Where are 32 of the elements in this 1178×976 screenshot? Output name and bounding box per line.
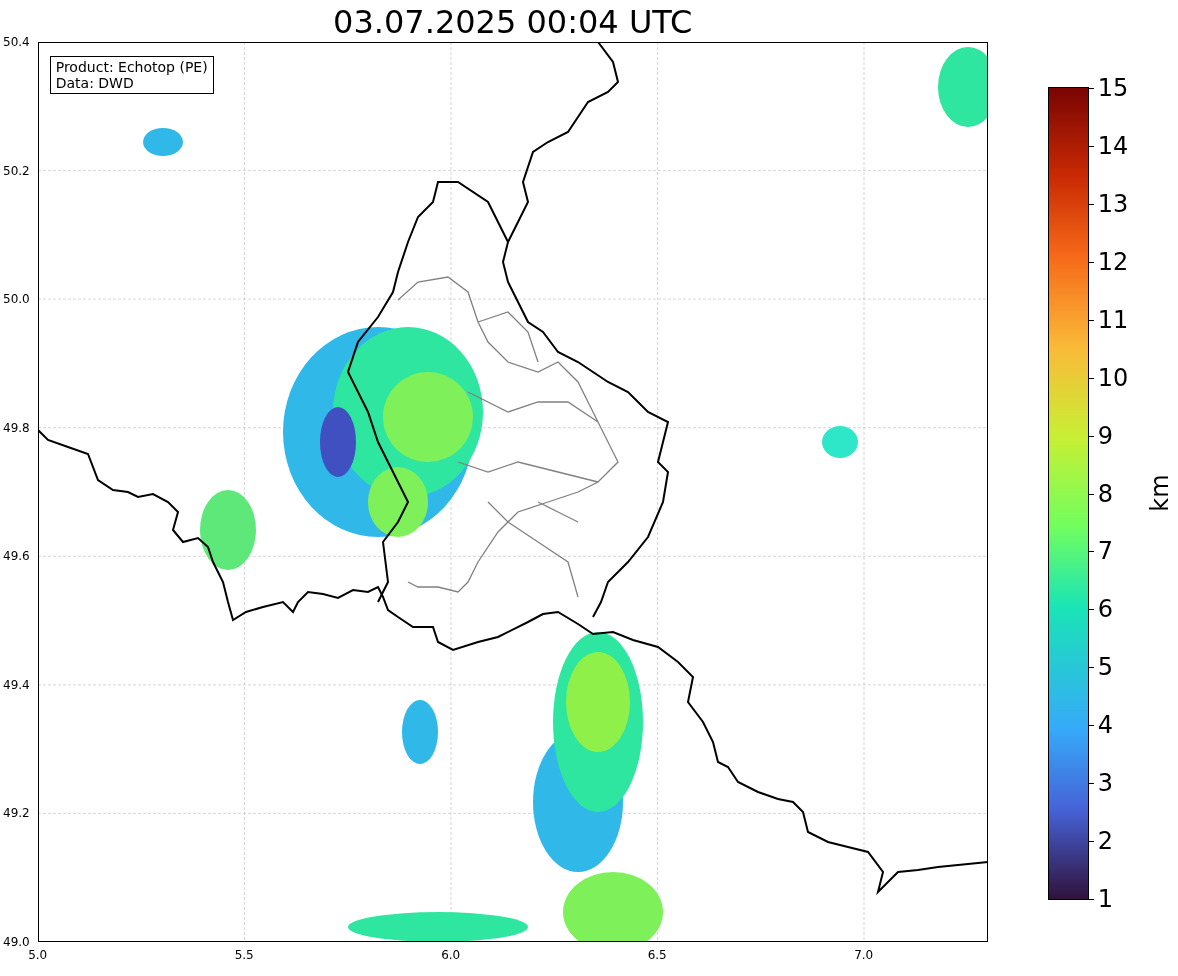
colorbar-tick-label: 8 (1097, 480, 1113, 507)
colorbar-tick-label: 14 (1097, 132, 1129, 159)
chart-title: 03.07.2025 00:04 UTC (333, 2, 693, 42)
colorbar-label: km (1145, 474, 1174, 512)
colorbar-tick-label: 12 (1097, 248, 1129, 275)
axis-tick-label: 5.5 (234, 948, 254, 962)
colorbar-tick-label: 7 (1097, 538, 1113, 565)
axis-tick-label: 50.2 (3, 163, 30, 178)
axis-tick-label: 49.8 (3, 420, 30, 435)
axis-tick-label: 49.2 (3, 806, 30, 821)
colorbar-tick-label: 3 (1097, 770, 1113, 797)
axis-tick-label: 49.0 (3, 935, 30, 949)
colorbar-tick-label: 9 (1097, 422, 1113, 449)
colorbar-tick-label: 2 (1097, 828, 1113, 855)
colorbar-tick-label: 6 (1097, 596, 1113, 623)
axis-tick-label: 50.4 (3, 35, 30, 49)
axis-tick-label: 50.0 (3, 292, 30, 307)
colorbar-tick-label: 5 (1097, 654, 1113, 681)
colorbar-tick-label: 10 (1097, 364, 1129, 391)
axis-tick-label: 49.4 (3, 677, 30, 692)
colorbar-tick-label: 1 (1097, 886, 1113, 912)
colorbar-tick-label: 11 (1097, 306, 1129, 333)
axis-tick-label: 5.0 (28, 948, 48, 962)
axis-tick-label: 6.5 (647, 948, 667, 962)
colorbar-tick-label: 15 (1097, 75, 1129, 101)
colorbar-tick-label: 4 (1097, 712, 1113, 739)
axis-tick-label: 6.0 (441, 948, 461, 962)
axis-tick-label: 49.6 (3, 549, 30, 564)
axis-tick-label: 7.0 (854, 948, 874, 962)
legend-text: Data: DWD (55, 75, 135, 91)
colorbar-tick-label: 13 (1097, 190, 1129, 217)
legend-text: Product: Echotop (PE) (55, 59, 208, 75)
